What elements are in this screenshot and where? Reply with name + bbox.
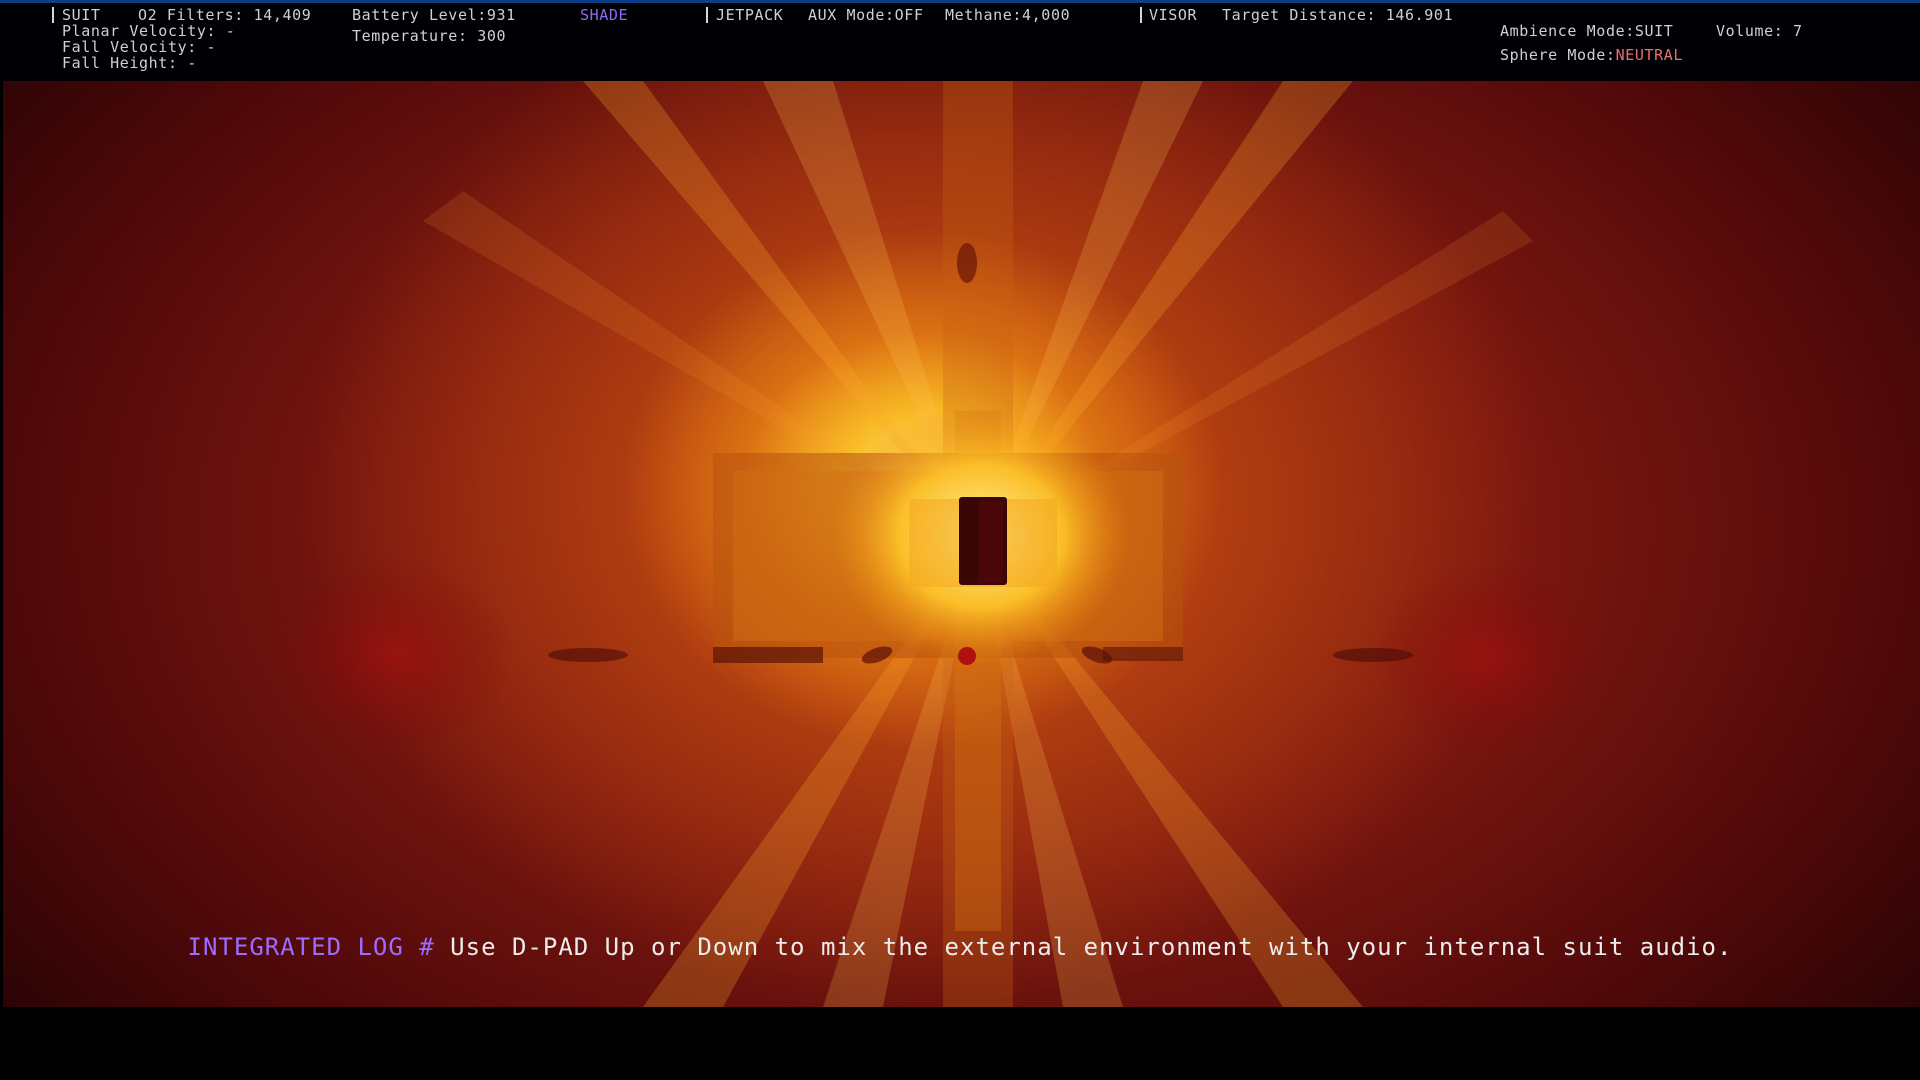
- hud-bar: SUIT O2 Filters: 14,409 Planar Velocity:…: [0, 0, 1920, 81]
- jetpack-label: JETPACK: [716, 6, 784, 24]
- upper-dark-marker: [957, 243, 977, 283]
- target-distance-readout: Target Distance: 146.901: [1222, 6, 1454, 24]
- volume-readout: Volume: 7: [1716, 22, 1803, 40]
- visor-separator: [1140, 7, 1142, 23]
- scene-render: [275, 81, 1602, 1007]
- shade-indicator: SHADE: [580, 6, 629, 24]
- visor-label: VISOR: [1149, 6, 1198, 24]
- sphere-mode-value: NEUTRAL: [1615, 46, 1683, 64]
- sphere-mode-label: Sphere Mode:: [1500, 46, 1616, 64]
- aux-mode-readout: AUX Mode:OFF: [808, 6, 924, 24]
- ambience-mode-readout: Ambience Mode:SUIT: [1500, 22, 1674, 40]
- fall-height-readout: Fall Height: -: [62, 54, 197, 72]
- scene-viewport: [3, 81, 1920, 1007]
- suit-label: SUIT: [62, 6, 101, 24]
- o2-filters-readout: O2 Filters: 14,409: [138, 6, 312, 24]
- suit-separator: [52, 7, 54, 23]
- jetpack-separator: [706, 7, 708, 23]
- planar-velocity-readout: Planar Velocity: -: [62, 22, 236, 40]
- sphere-mode-readout: Sphere Mode:NEUTRAL: [1500, 47, 1683, 63]
- log-message: Use D-PAD Up or Down to mix the external…: [450, 933, 1733, 961]
- methane-readout: Methane:4,000: [945, 6, 1071, 24]
- log-prefix: INTEGRATED LOG #: [187, 933, 451, 961]
- integrated-log: INTEGRATED LOG # Use D-PAD Up or Down to…: [0, 933, 1920, 961]
- bottom-letterbox: [0, 1007, 1920, 1080]
- left-red-orb: [275, 557, 515, 753]
- temperature-readout: Temperature: 300: [352, 27, 507, 45]
- game-screen: SUIT O2 Filters: 14,409 Planar Velocity:…: [0, 0, 1920, 1080]
- fall-velocity-readout: Fall Velocity: -: [62, 38, 217, 56]
- red-light-marker: [958, 647, 976, 665]
- battery-level-readout: Battery Level:931: [352, 6, 516, 24]
